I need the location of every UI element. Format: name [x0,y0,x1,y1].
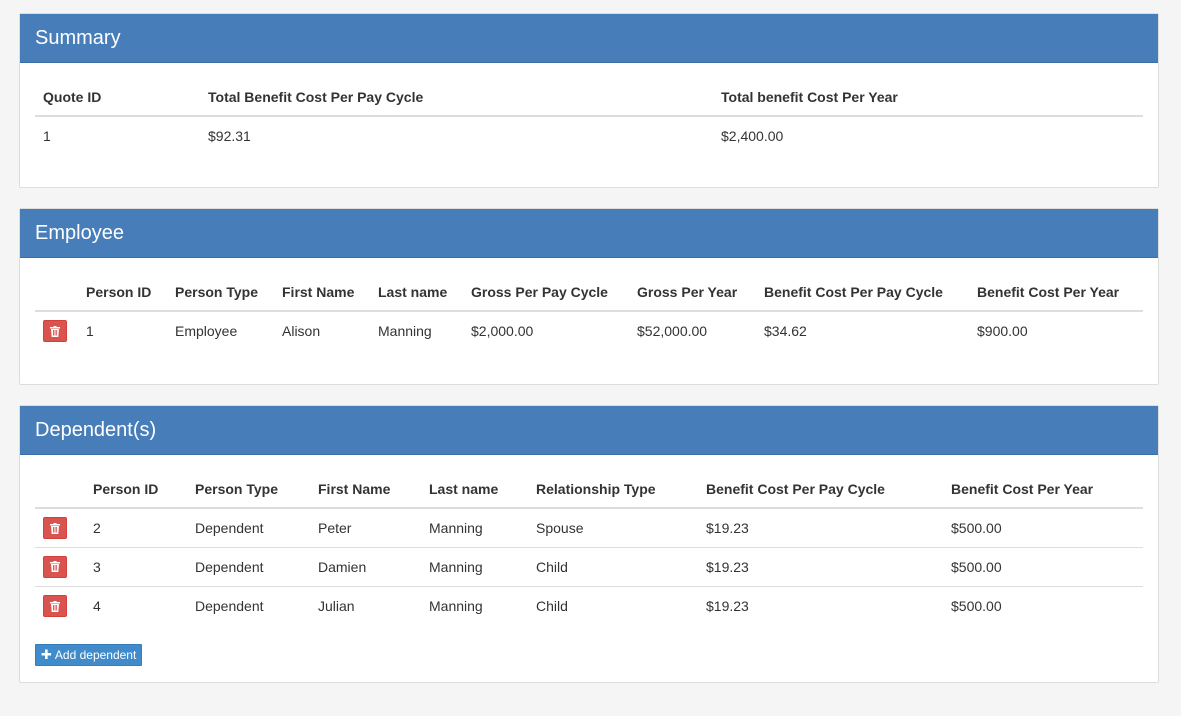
summary-panel: Summary Quote ID Total Benefit Cost Per … [19,13,1159,188]
benefit-cost-per-pay-cycle-cell: $34.62 [764,323,807,339]
table-row: 1 Employee Alison Manning $2,000.00 $52,… [35,311,1143,350]
trash-icon [50,522,60,534]
column-header-person-id: Person ID [78,273,167,312]
quote-id-cell: 1 [43,128,51,144]
first-name-cell: Damien [310,546,421,586]
column-header-relationship-type: Relationship Type [528,470,698,509]
employee-title: Employee [20,209,1158,258]
benefit-cost-per-year-cell: $500.00 [943,585,1143,625]
table-row: 4 Dependent Julian Manning Child $19.23 … [35,585,1143,625]
dependents-title: Dependent(s) [20,406,1158,455]
last-name-cell: Manning [378,323,432,339]
person-type-cell: Dependent [187,585,310,625]
trash-icon [50,600,60,612]
benefit-cost-per-year-cell: $900.00 [977,323,1028,339]
actions-cell [35,508,85,547]
table-row: 1 $92.31 $2,400.00 [35,116,1143,155]
column-header-total-cost-per-pay-cycle: Total Benefit Cost Per Pay Cycle [200,78,713,117]
summary-title: Summary [20,14,1158,63]
total-cost-per-pay-cycle-cell: $92.31 [208,128,251,144]
person-type-cell: Employee [175,323,238,339]
employee-panel: Employee Person ID Person Type First Nam… [19,208,1159,385]
benefit-cost-per-pay-cycle-cell: $19.23 [698,546,943,586]
summary-header-row: Quote ID Total Benefit Cost Per Pay Cycl… [35,78,1143,117]
column-header-first-name: First Name [274,273,370,312]
first-name-cell: Peter [318,519,352,536]
employee-table: Person ID Person Type First Name Last na… [35,273,1143,350]
person-id-cell: 1 [86,323,94,339]
delete-dependent-button[interactable] [43,594,67,617]
actions-cell [35,546,85,586]
last-name-cell: Manning [429,519,483,536]
column-header-last-name: Last name [421,470,528,509]
column-header-actions [35,273,78,312]
person-id-cell: 4 [85,585,187,625]
column-header-actions [35,470,85,509]
benefit-cost-per-pay-cycle-cell: $19.23 [706,519,749,536]
dependents-panel: Dependent(s) Person ID Person Type First… [19,405,1159,683]
benefit-cost-per-year-cell: $500.00 [951,519,1002,536]
trash-icon [50,325,60,337]
relationship-type-cell: Child [528,585,698,625]
first-name-cell: Alison [282,323,321,339]
column-header-benefit-cost-per-year: Benefit Cost Per Year [969,273,1143,312]
person-type-cell: Dependent [187,546,310,586]
add-dependent-button[interactable]: ✚ Add dependent [35,644,143,666]
column-header-person-type: Person Type [167,273,274,312]
column-header-benefit-cost-per-pay-cycle: Benefit Cost Per Pay Cycle [756,273,969,312]
dependents-header-row: Person ID Person Type First Name Last na… [35,470,1143,509]
total-cost-per-year-cell: $2,400.00 [721,128,784,144]
relationship-type-cell: Child [528,546,698,586]
column-header-last-name: Last name [370,273,463,312]
delete-employee-button[interactable] [43,320,67,342]
plus-icon: ✚ [41,647,52,662]
gross-per-year-cell: $52,000.00 [637,323,708,339]
column-header-gross-per-pay-cycle: Gross Per Pay Cycle [463,273,629,312]
benefit-cost-per-pay-cycle-cell: $19.23 [698,585,943,625]
column-header-quote-id: Quote ID [35,78,200,117]
dependents-table: Person ID Person Type First Name Last na… [35,470,1143,625]
actions-cell [35,585,85,625]
first-name-cell: Julian [310,585,421,625]
delete-dependent-button[interactable] [43,555,67,578]
actions-cell [35,311,78,350]
person-id-cell: 2 [93,519,101,536]
column-header-person-type: Person Type [187,470,310,509]
last-name-cell: Manning [421,546,528,586]
column-header-person-id: Person ID [85,470,187,509]
add-dependent-wrapper: ✚ Add dependent [35,644,1143,666]
column-header-benefit-cost-per-pay-cycle: Benefit Cost Per Pay Cycle [698,470,943,509]
column-header-benefit-cost-per-year: Benefit Cost Per Year [943,470,1143,509]
add-dependent-label: Add dependent [54,648,137,662]
benefit-cost-per-year-cell: $500.00 [943,546,1143,586]
employee-header-row: Person ID Person Type First Name Last na… [35,273,1143,312]
delete-dependent-button[interactable] [43,516,67,539]
column-header-gross-per-year: Gross Per Year [629,273,756,312]
table-row: 2 Dependent Peter Manning Spouse $19.23 … [35,508,1143,547]
trash-icon [50,561,60,573]
person-id-cell: 3 [85,546,187,586]
column-header-total-cost-per-year: Total benefit Cost Per Year [713,78,1143,117]
last-name-cell: Manning [421,585,528,625]
person-type-cell: Dependent [195,519,264,536]
gross-per-pay-cycle-cell: $2,000.00 [471,323,534,339]
table-row: 3 Dependent Damien Manning Child $19.23 … [35,546,1143,586]
column-header-first-name: First Name [310,470,421,509]
relationship-type-cell: Spouse [536,519,584,536]
summary-table: Quote ID Total Benefit Cost Per Pay Cycl… [35,78,1143,155]
